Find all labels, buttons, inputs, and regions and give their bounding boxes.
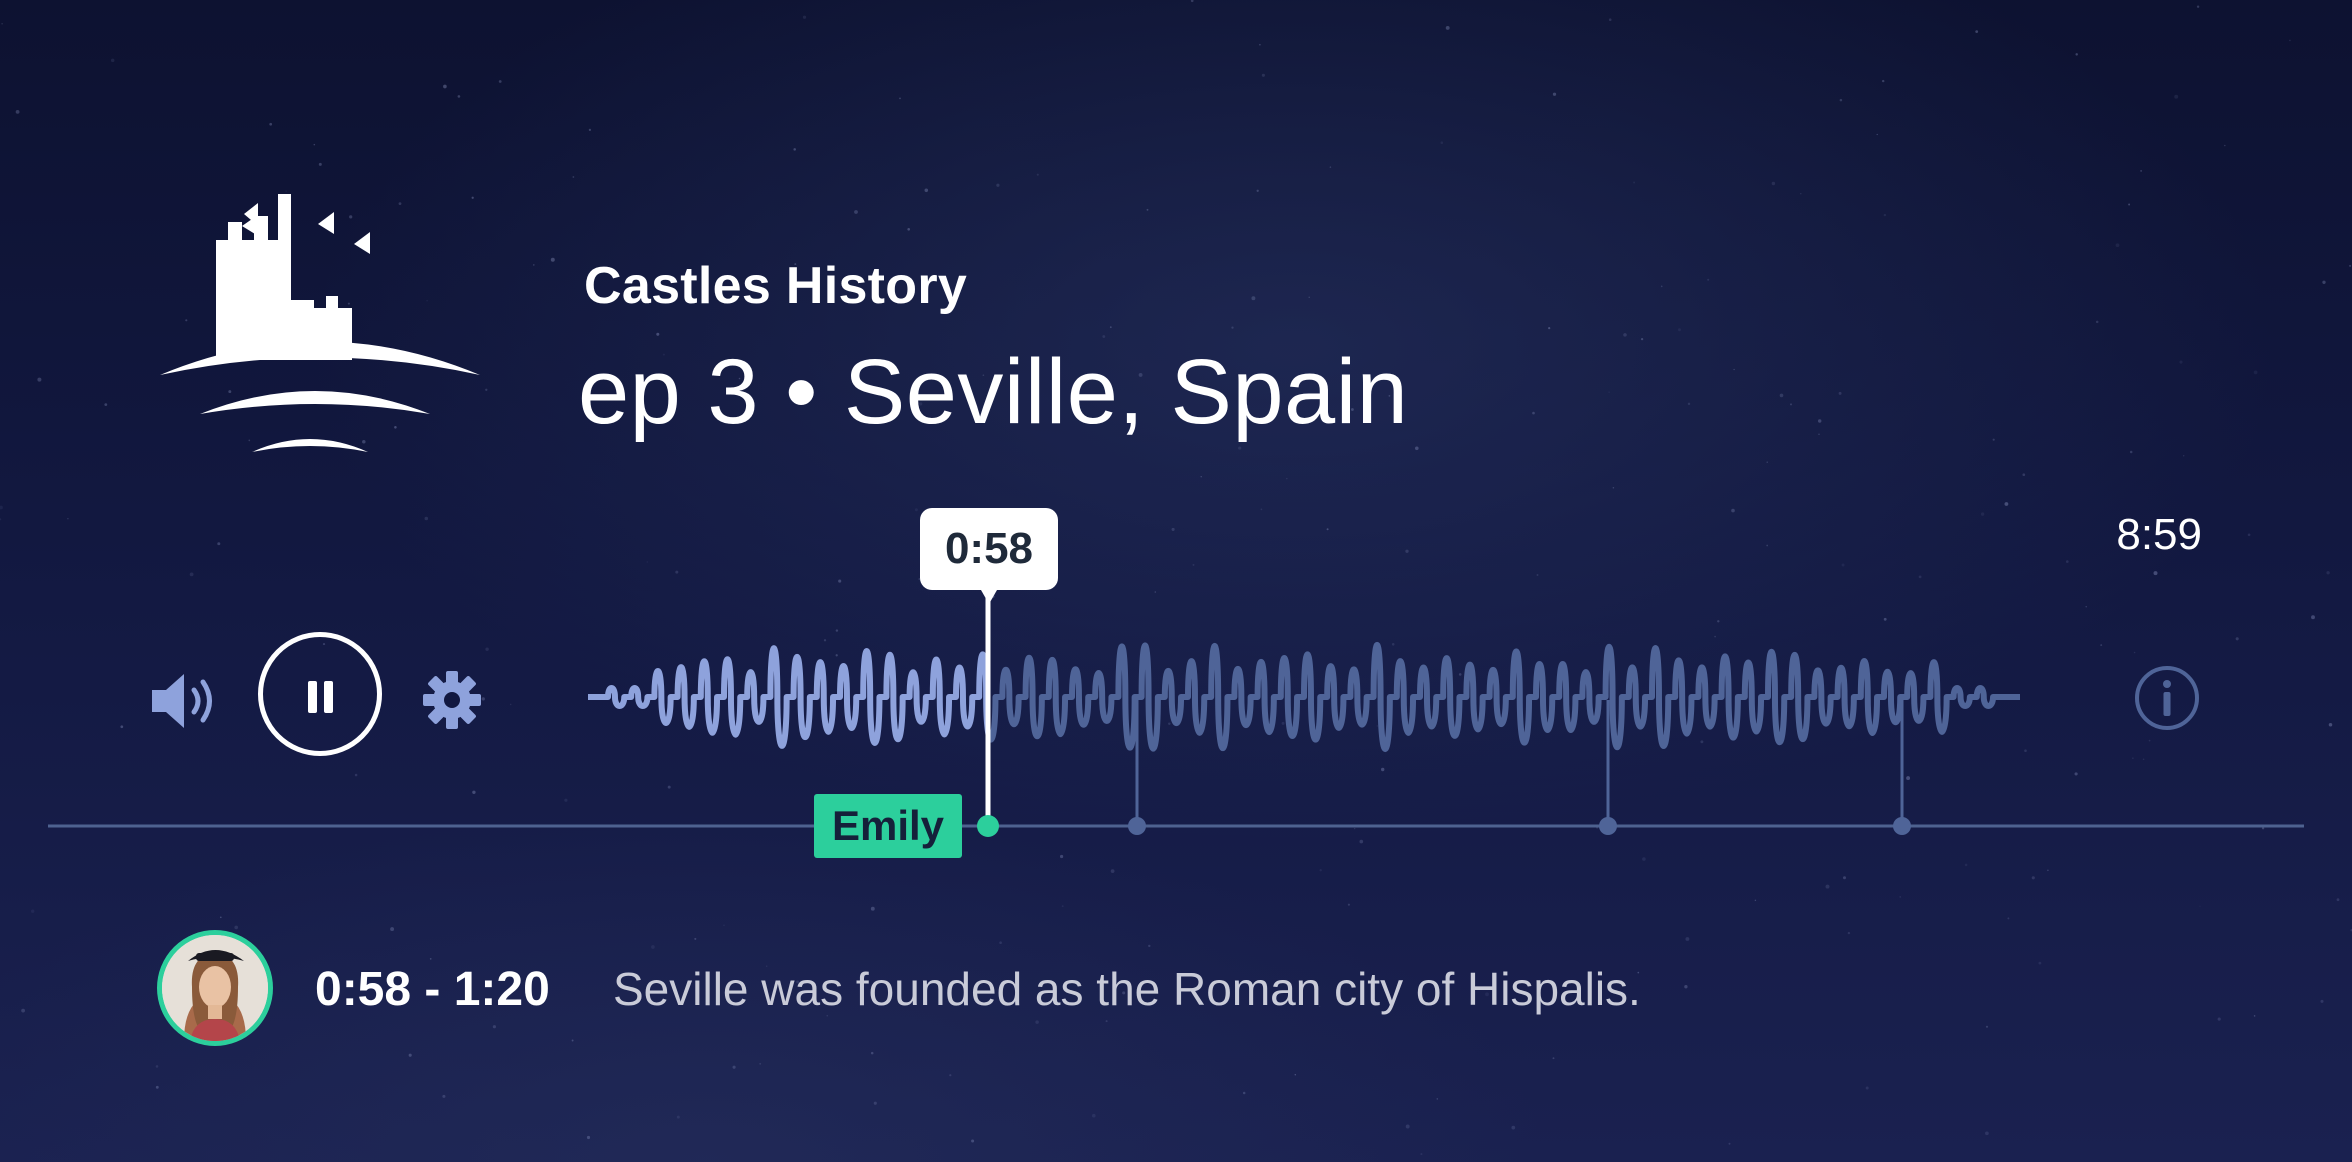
castle-logo-icon — [160, 194, 480, 452]
current-time-tooltip: 0:58 — [920, 508, 1058, 604]
chapter-marker-dot[interactable] — [1128, 817, 1146, 835]
speaker-portrait — [162, 935, 268, 1041]
episode-title: ep 3 • Seville, Spain — [578, 341, 1409, 443]
playback-controls — [150, 630, 490, 760]
chapter-marker-dot[interactable] — [1599, 817, 1617, 835]
playhead-dot[interactable] — [977, 815, 999, 837]
show-title: Castles History — [584, 257, 968, 315]
settings-button[interactable] — [420, 668, 484, 732]
segment-time-range: 0:58 - 1:20 — [315, 963, 550, 1016]
transcript-segment: 0:58 - 1:20 Seville was founded as the R… — [157, 930, 1857, 1046]
speaker-tag[interactable]: Emily — [814, 794, 962, 858]
total-duration: 8:59 — [2116, 510, 2202, 559]
speaker-avatar[interactable] — [157, 930, 273, 1046]
speaker-icon — [152, 674, 212, 728]
info-icon — [2135, 666, 2199, 730]
gear-icon — [423, 671, 481, 729]
volume-button[interactable] — [150, 670, 220, 732]
pause-button[interactable] — [258, 632, 382, 756]
chapter-marker-dot[interactable] — [1893, 817, 1911, 835]
segment-transcript-text: Seville was founded as the Roman city of… — [613, 963, 1641, 1015]
info-button[interactable] — [2134, 665, 2200, 731]
